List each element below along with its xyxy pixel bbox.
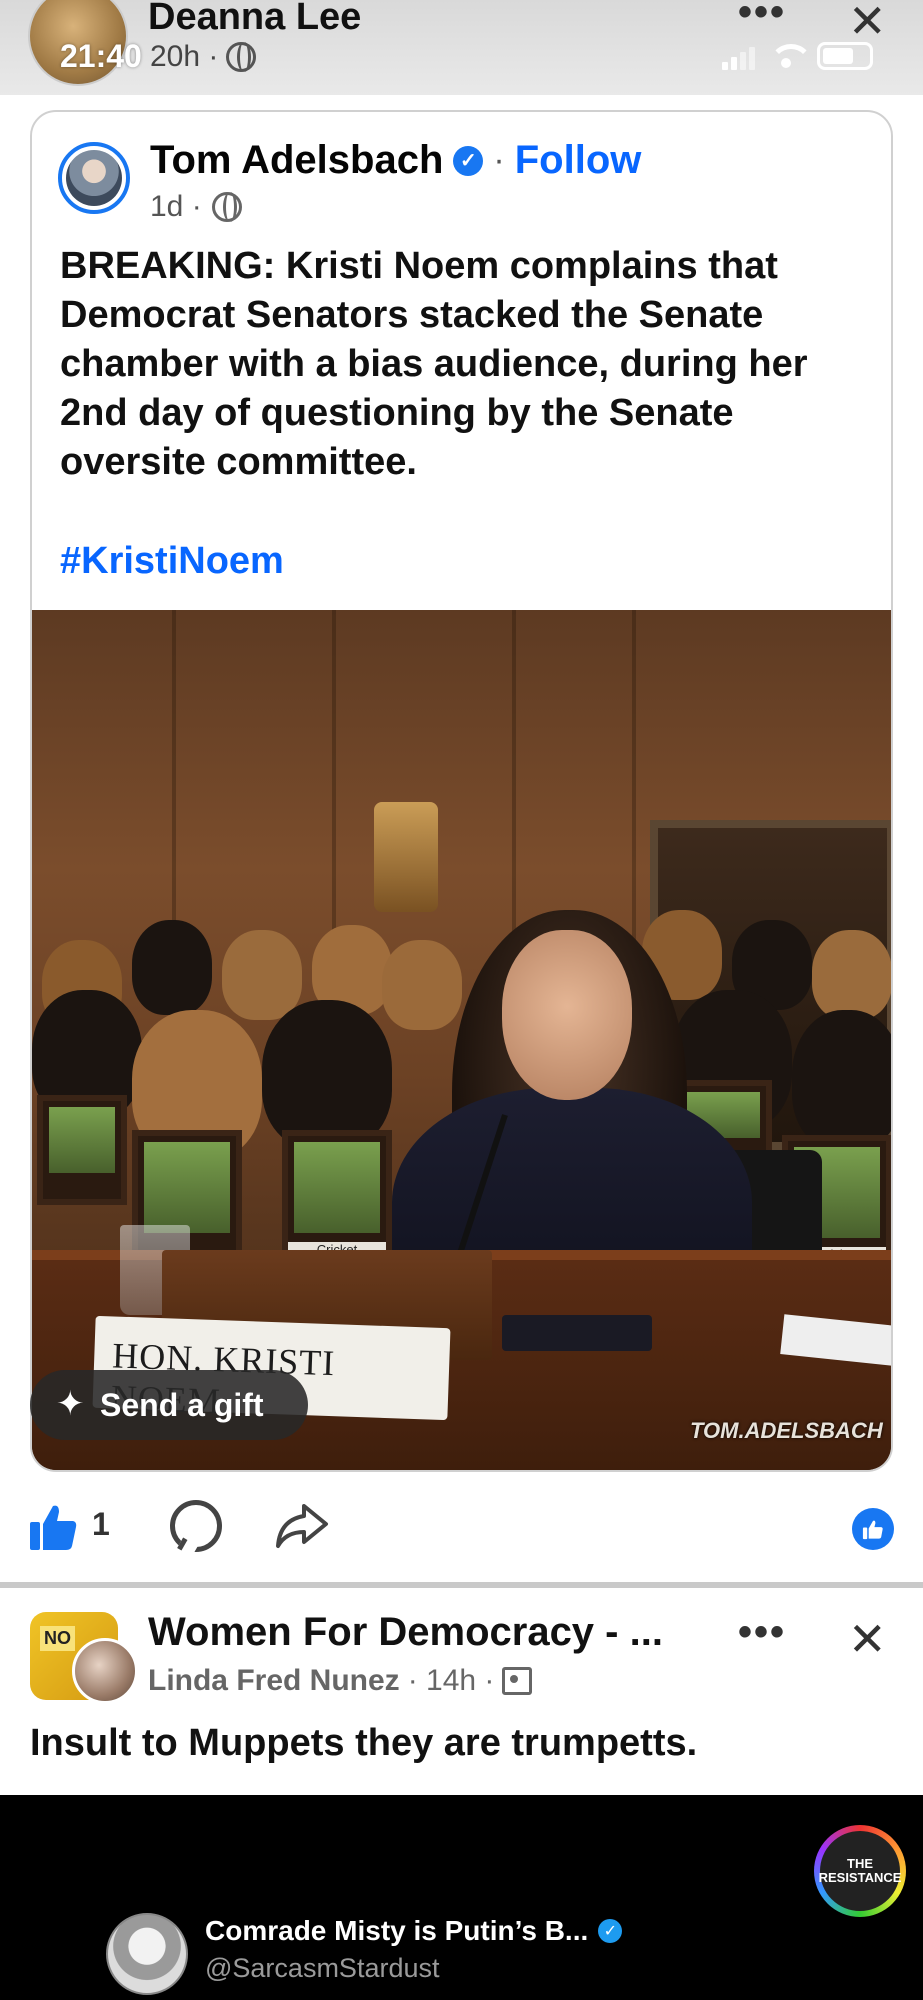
post-meta: 1d · (150, 190, 242, 224)
like-reaction-icon[interactable] (852, 1508, 894, 1550)
shared-post-card[interactable]: Tom Adelsbach ✓ · Follow 1d · BREAKING: … (30, 110, 893, 1472)
post2-age: · 14h · (407, 1664, 495, 1697)
signal-icon (722, 47, 755, 70)
hashtag-link[interactable]: #KristiNoem (60, 540, 284, 583)
post-age: 1d · (150, 190, 202, 223)
tweet-name-row: Comrade Misty is Putin’s B... ✓ (205, 1915, 623, 1947)
group-name[interactable]: Women For Democracy - ... (148, 1610, 663, 1655)
post-action-bar: 1 (0, 1488, 923, 1568)
author-row: Tom Adelsbach ✓ · Follow (150, 138, 641, 183)
wifi-icon (769, 44, 813, 70)
verified-badge-icon: ✓ (453, 145, 484, 176)
send-gift-label: Send a gift (100, 1386, 264, 1423)
notebook (502, 1315, 652, 1351)
share-icon[interactable] (274, 1502, 330, 1550)
author-name[interactable]: Tom Adelsbach (150, 138, 443, 183)
more-options-icon[interactable]: ••• (738, 1610, 786, 1655)
group-member-icon (502, 1667, 533, 1695)
post2-meta: Linda Fred Nunez · 14h · (148, 1664, 533, 1698)
status-time: 21:40 (60, 38, 142, 74)
person-face (502, 930, 632, 1100)
tweet-author-name: Comrade Misty is Putin’s B... (205, 1915, 589, 1946)
status-bar-icons (722, 42, 873, 70)
group-avatar-sign: NO (40, 1626, 75, 1651)
resistance-badge-text: THE RESISTANCE (819, 1831, 901, 1911)
sharer-meta: 20h · (150, 40, 257, 74)
send-gift-button[interactable]: Send a gift (30, 1370, 308, 1440)
author-avatar[interactable] (58, 142, 130, 214)
sharer-name[interactable]: Deanna Lee (148, 0, 361, 39)
feed-divider (0, 1582, 923, 1588)
separator-dot: · (493, 141, 505, 179)
post2-author[interactable]: Linda Fred Nunez (148, 1664, 400, 1698)
like-count: 1 (92, 1506, 110, 1542)
poster-avatar[interactable] (72, 1638, 138, 1704)
globe-icon (211, 192, 242, 222)
story-header: Deanna Lee 21:40 20h · ••• ✕ (0, 0, 923, 95)
like-icon[interactable] (28, 1502, 78, 1552)
post-text: BREAKING: Kristi Noem complains that Dem… (60, 245, 808, 483)
globe-icon (226, 42, 257, 72)
post2-text: Insult to Muppets they are trumpetts. (30, 1722, 698, 1764)
wall-sconce (374, 802, 438, 912)
gift-sparkle-icon (52, 1384, 86, 1424)
embedded-media[interactable]: THE RESISTANCE Comrade Misty is Putin’s … (0, 1795, 923, 2000)
post-image[interactable]: Cricket Cricket HON. KRISTI NOEM TOM.ADE… (32, 610, 891, 1470)
resistance-badge: THE RESISTANCE (814, 1825, 906, 1917)
tweet-handle: @SarcasmStardust (205, 1953, 440, 1983)
follow-button[interactable]: Follow (515, 138, 642, 183)
close-icon[interactable]: ✕ (848, 0, 887, 48)
sharer-age: 20h · (150, 40, 219, 73)
close-icon[interactable]: ✕ (848, 1612, 887, 1666)
image-watermark: TOM.ADELSBACH (690, 1418, 883, 1443)
comment-icon[interactable] (170, 1500, 222, 1552)
more-options-icon[interactable]: ••• (738, 0, 786, 35)
tweet-author-avatar (106, 1913, 188, 1995)
verified-badge-icon: ✓ (598, 1919, 623, 1943)
battery-icon (817, 42, 873, 70)
